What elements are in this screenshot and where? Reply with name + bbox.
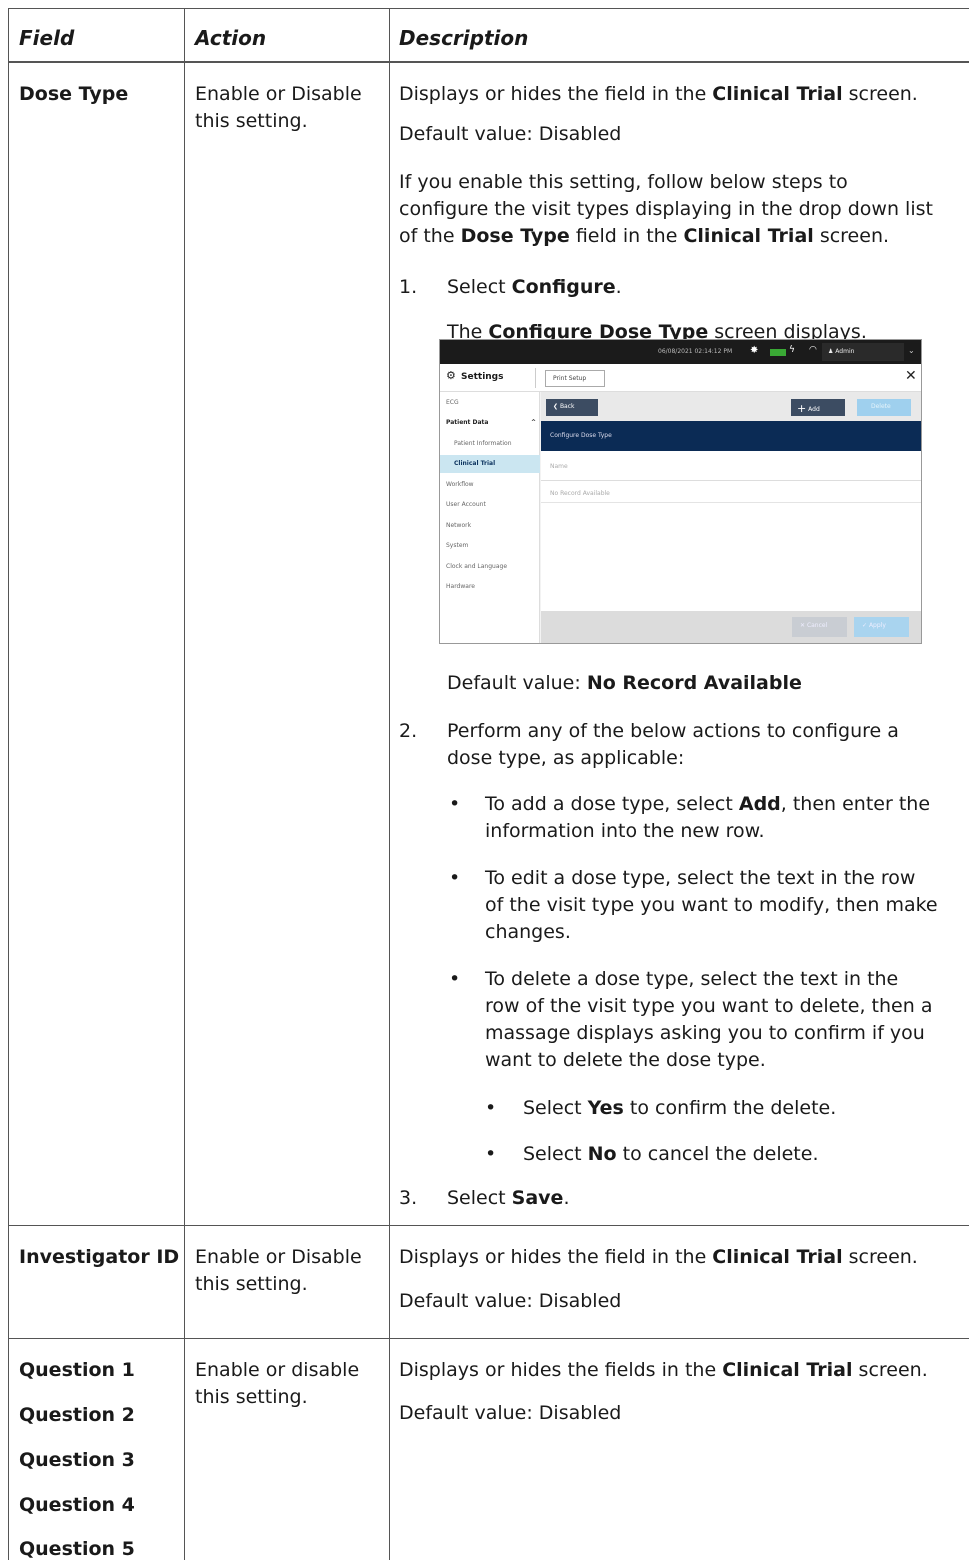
divider — [541, 502, 921, 503]
nav-clock-language[interactable]: Clock and Language — [446, 558, 538, 576]
user-name: Admin — [835, 348, 855, 355]
add-button[interactable]: + Add — [791, 399, 845, 416]
chevron-up-icon: ^ — [531, 419, 537, 426]
action-dose-type: Enable or Disable this setting. — [195, 83, 362, 132]
close-icon: ✕ — [800, 622, 807, 629]
column-divider — [184, 8, 185, 1560]
dose-type-panel: Configure Dose Type Name No Record Avail… — [541, 421, 921, 611]
settings-title: Settings — [461, 372, 504, 382]
nav-system[interactable]: System — [446, 537, 538, 555]
empty-text: No Record Available — [550, 490, 610, 497]
nav-clinical-trial[interactable]: Clinical Trial — [440, 455, 540, 473]
plus-icon: + — [797, 402, 807, 415]
step-1-number: 1. — [399, 276, 418, 298]
nav-workflow[interactable]: Workflow — [446, 476, 538, 494]
settings-footer: ✕ Cancel ✓ Apply — [541, 611, 921, 643]
check-icon: ✓ — [862, 622, 869, 629]
configure-dose-type-screenshot: 06/08/2021 02:14:12 PM ✸ ϟ ◠ ♟ Admin ⌄ ⚙… — [439, 339, 922, 644]
nav-user-account[interactable]: User Account — [446, 496, 538, 514]
nav-ecg[interactable]: ECG — [446, 394, 538, 412]
apply-button[interactable]: ✓ Apply — [854, 617, 909, 637]
divider — [541, 480, 921, 481]
settings-sidebar: ECG Patient Data ^ Patient Information Cl… — [440, 392, 540, 643]
charging-icon: ϟ — [789, 345, 795, 355]
dose-intro: If you enable this setting, follow below… — [399, 169, 969, 250]
nav-hardware[interactable]: Hardware — [446, 578, 538, 596]
header-divider — [8, 61, 969, 63]
brightness-icon: ✸ — [750, 345, 759, 356]
row-divider — [8, 1225, 969, 1226]
column-divider — [389, 8, 390, 1560]
datetime-text: 06/08/2021 02:14:12 PM — [658, 348, 733, 355]
intro-line: If you enable this setting, follow below… — [399, 171, 848, 193]
back-label: Back — [559, 403, 575, 410]
dose-default: Default value: Disabled — [399, 123, 622, 145]
header-field: Field — [19, 26, 75, 50]
settings-main: ❮ Back + Add Delete Configure Dose Type … — [541, 392, 921, 643]
nav-patient-information[interactable]: Patient Information — [440, 435, 540, 453]
gear-icon: ⚙ — [446, 369, 456, 382]
dose-desc-display: Displays or hides the field in the Clini… — [399, 83, 918, 105]
apply-label: Apply — [868, 622, 886, 629]
chevron-left-icon: ❮ — [553, 403, 560, 410]
add-label: Add — [808, 406, 820, 413]
user-menu[interactable]: ♟ Admin — [822, 343, 904, 361]
panel-title: Configure Dose Type — [541, 421, 921, 451]
cancel-button[interactable]: ✕ Cancel — [792, 617, 847, 637]
divider — [535, 368, 536, 388]
chevron-down-icon[interactable]: ⌄ — [908, 346, 915, 355]
battery-icon — [770, 349, 786, 356]
nav-network[interactable]: Network — [446, 517, 538, 535]
settings-table: Field Action Description Dose Type Enabl… — [8, 8, 969, 1560]
status-bar: 06/08/2021 02:14:12 PM ✸ ϟ ◠ ♟ Admin ⌄ — [440, 340, 921, 364]
cancel-label: Cancel — [806, 622, 828, 629]
print-setup-button[interactable]: Print Setup — [545, 370, 605, 387]
step-1-text: Select Configure. — [447, 276, 622, 298]
nav-label: Patient Data — [446, 419, 489, 426]
settings-header: ⚙ Settings Print Setup ✕ — [440, 364, 921, 392]
intro-line: of the Dose Type field in the Clinical T… — [399, 225, 890, 247]
row-divider — [8, 1338, 969, 1339]
column-name: Name — [550, 463, 568, 470]
intro-line: configure the visit types displaying in … — [399, 198, 933, 220]
nav-patient-data[interactable]: Patient Data ^ — [446, 414, 538, 432]
field-dose-type: Dose Type — [19, 83, 129, 105]
back-button[interactable]: ❮ Back — [546, 399, 598, 416]
delete-button[interactable]: Delete — [857, 399, 911, 416]
header-action: Action — [195, 26, 267, 50]
wifi-icon: ◠ — [809, 345, 817, 355]
header-description: Description — [399, 26, 529, 50]
table-border-top — [8, 8, 969, 9]
close-icon[interactable]: ✕ — [905, 368, 917, 384]
table-border-left — [8, 8, 9, 1560]
